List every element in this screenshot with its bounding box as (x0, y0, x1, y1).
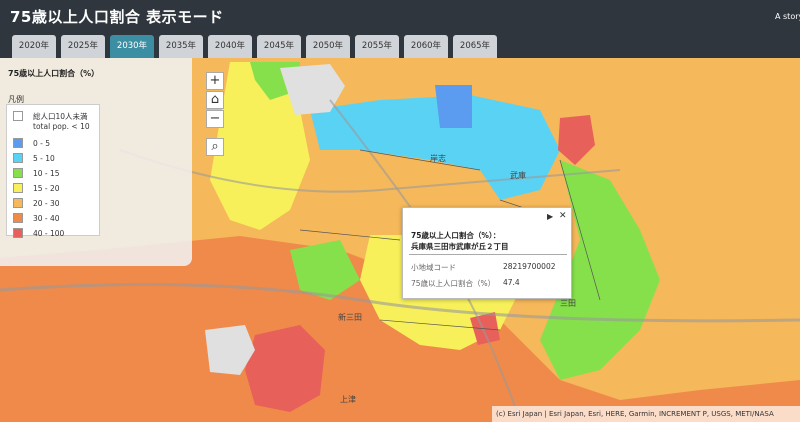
region-40-100-b (245, 325, 325, 412)
legend-swatch (13, 153, 23, 163)
legend-label: 総人口10人未満 total pop. < 10 (33, 112, 90, 131)
home-button[interactable]: ⌂ (206, 91, 224, 109)
map-label: 新三田 (338, 313, 362, 322)
map-attribution: (c) Esri Japan | Esri Japan, Esri, HERE,… (492, 406, 800, 422)
popup-arrow-icon[interactable]: ▶ (547, 212, 553, 221)
popup-key: 75歳以上人口割合（%） (411, 279, 496, 288)
info-popup: ▶ ✕ 75歳以上人口割合（%）： 兵庫県三田市武庫が丘２丁目 小地域コード 2… (402, 207, 572, 299)
popup-divider (409, 254, 567, 255)
legend-label: 0 - 5 (33, 139, 51, 148)
legend-label: 20 - 30 (33, 199, 60, 208)
legend-swatch (13, 183, 23, 193)
app-header: 75歳以上人口割合 表示モード A story 2020年2025年2030年2… (0, 0, 800, 58)
popup-subtitle: 兵庫県三田市武庫が丘２丁目 (411, 242, 509, 251)
tab-year[interactable]: 2045年 (257, 35, 301, 58)
popup-key: 小地域コード (411, 263, 456, 272)
tab-year[interactable]: 2020年 (12, 35, 56, 58)
tab-year[interactable]: 2025年 (61, 35, 105, 58)
zoom-in-button[interactable]: + (206, 72, 224, 90)
search-button[interactable]: ⌕ (206, 138, 224, 156)
legend-label: 10 - 15 (33, 169, 60, 178)
popup-close-icon[interactable]: ✕ (559, 211, 567, 221)
tab-year[interactable]: 2050年 (306, 35, 350, 58)
legend-box: 総人口10人未満 total pop. < 10 0 - 5 5 - 10 10 - … (6, 104, 100, 238)
map-label: 岸志 (430, 154, 446, 163)
legend-swatch (13, 228, 23, 238)
map-label: 三田 (560, 299, 576, 308)
legend-title: 75歳以上人口割合（%） (8, 69, 100, 78)
legend-swatch (13, 168, 23, 178)
legend-label: 40 - 100 (33, 229, 65, 238)
legend-swatch (13, 198, 23, 208)
map-label: 上津 (340, 395, 356, 404)
tab-year[interactable]: 2060年 (404, 35, 448, 58)
legend-label: 15 - 20 (33, 184, 60, 193)
tab-year[interactable]: 2030年 (110, 35, 154, 58)
tab-year[interactable]: 2065年 (453, 35, 497, 58)
legend-swatch (13, 213, 23, 223)
tab-year[interactable]: 2035年 (159, 35, 203, 58)
zoom-out-button[interactable]: − (206, 110, 224, 128)
popup-title: 75歳以上人口割合（%）： (411, 231, 501, 240)
legend-label: 30 - 40 (33, 214, 60, 223)
story-text: A story (775, 12, 800, 21)
legend-swatch (13, 111, 23, 121)
region-0-5 (435, 85, 472, 128)
tab-year[interactable]: 2055年 (355, 35, 399, 58)
legend-label: 5 - 10 (33, 154, 55, 163)
legend-panel: 75歳以上人口割合（%） 凡例 総人口10人未満 total pop. < 10… (0, 58, 192, 266)
popup-value: 28219700002 (503, 262, 556, 271)
popup-value: 47.4 (503, 278, 520, 287)
legend-swatch (13, 138, 23, 148)
map-label: 武庫 (510, 171, 526, 180)
tab-year[interactable]: 2040年 (208, 35, 252, 58)
app-title: 75歳以上人口割合 表示モード (10, 8, 224, 26)
